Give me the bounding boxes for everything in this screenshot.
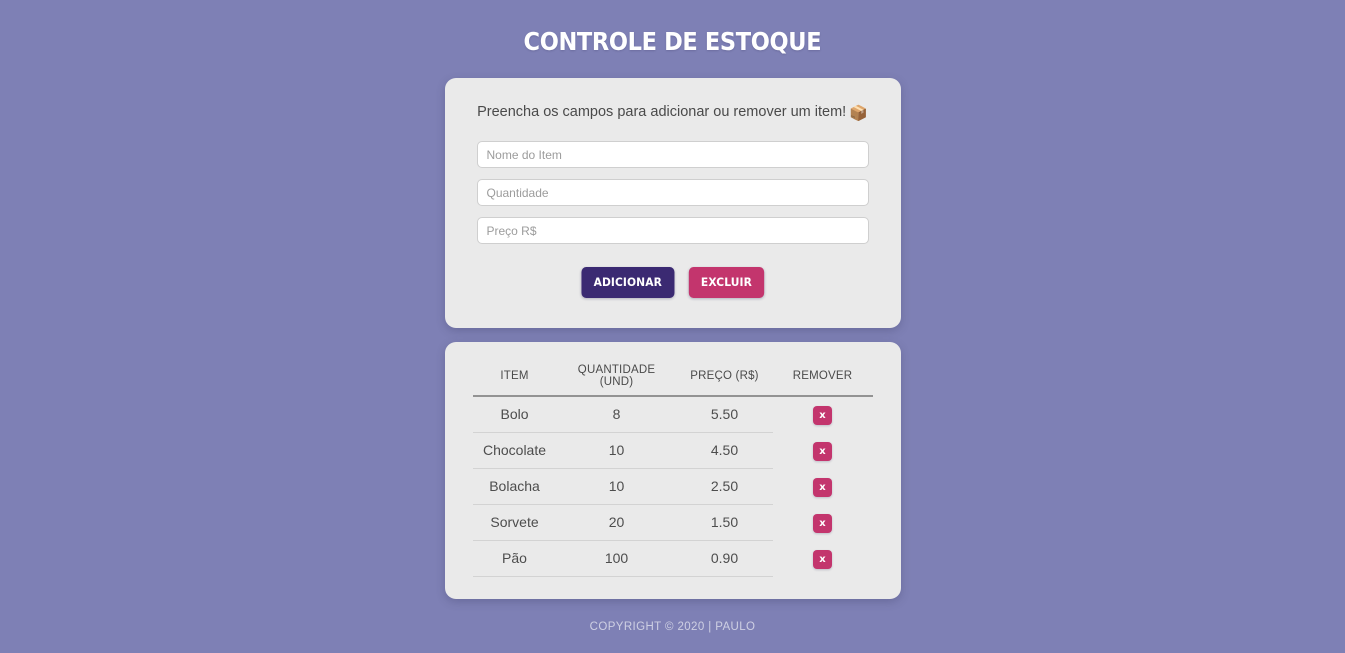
- page-title: CONTROLE DE ESTOQUE: [523, 27, 822, 56]
- form-instructions: Preencha os campos para adicionar ou rem…: [477, 104, 869, 123]
- table-header: ITEM QUANTIDADE (UND) PREÇO (R$) REMOVER: [472, 360, 873, 397]
- cell-quantity: 10: [556, 432, 677, 469]
- cell-price: 4.50: [676, 432, 773, 469]
- column-header-price: PREÇO (R$): [676, 360, 773, 397]
- table-row: Pão 100 0.90 x: [472, 540, 873, 577]
- inventory-card: ITEM QUANTIDADE (UND) PREÇO (R$) REMOVER…: [444, 342, 901, 599]
- cell-quantity: 100: [556, 540, 677, 577]
- cell-remove: x: [773, 396, 873, 433]
- table-row: Bolo 8 5.50 x: [472, 396, 873, 433]
- cell-price: 0.90: [676, 540, 773, 577]
- cell-remove: x: [773, 541, 873, 577]
- table-row: Bolacha 10 2.50 x: [472, 468, 873, 505]
- footer-copyright: COPYRIGHT © 2020 | PAULO: [589, 621, 756, 633]
- cell-remove: x: [773, 469, 873, 505]
- quantity-input[interactable]: [476, 179, 869, 206]
- cell-item: Bolo: [472, 396, 557, 433]
- package-box-emoji: 📦: [849, 105, 868, 122]
- remove-row-button[interactable]: x: [813, 513, 832, 533]
- app-root: CONTROLE DE ESTOQUE Preencha os campos p…: [0, 0, 1345, 653]
- cell-item: Chocolate: [472, 432, 557, 469]
- table-row: Chocolate 10 4.50 x: [472, 432, 873, 469]
- column-header-remove: REMOVER: [772, 360, 873, 397]
- cell-price: 5.50: [676, 396, 773, 433]
- cell-quantity: 10: [556, 468, 677, 505]
- form-card: Preencha os campos para adicionar ou rem…: [444, 78, 901, 328]
- inventory-table: ITEM QUANTIDADE (UND) PREÇO (R$) REMOVER…: [472, 360, 873, 577]
- delete-button[interactable]: EXCLUIR: [689, 267, 765, 298]
- cell-remove: x: [773, 505, 873, 541]
- column-header-item: ITEM: [472, 360, 557, 397]
- cell-quantity: 8: [556, 396, 677, 433]
- table-row: Sorvete 20 1.50 x: [472, 504, 873, 541]
- table-header-row: ITEM QUANTIDADE (UND) PREÇO (R$) REMOVER: [472, 360, 873, 397]
- cell-quantity: 20: [556, 504, 677, 541]
- item-name-input[interactable]: [476, 141, 869, 168]
- cell-price: 2.50: [676, 468, 773, 505]
- table-body: Bolo 8 5.50 x Chocolate 10 4.50 x Bolach…: [472, 396, 873, 577]
- remove-row-button[interactable]: x: [813, 549, 832, 569]
- add-button[interactable]: ADICIONAR: [581, 267, 674, 298]
- cell-price: 1.50: [676, 504, 773, 541]
- form-actions: ADICIONAR EXCLUIR: [477, 267, 869, 298]
- remove-row-button[interactable]: x: [813, 477, 832, 497]
- remove-row-button[interactable]: x: [813, 405, 832, 425]
- cell-item: Bolacha: [472, 468, 557, 505]
- cell-item: Sorvete: [472, 504, 557, 541]
- cell-remove: x: [773, 433, 873, 469]
- column-header-quantity: QUANTIDADE (UND): [556, 360, 677, 397]
- price-input[interactable]: [476, 217, 869, 244]
- remove-row-button[interactable]: x: [813, 441, 832, 461]
- cell-item: Pão: [472, 540, 557, 577]
- form-instructions-text: Preencha os campos para adicionar ou rem…: [477, 104, 847, 120]
